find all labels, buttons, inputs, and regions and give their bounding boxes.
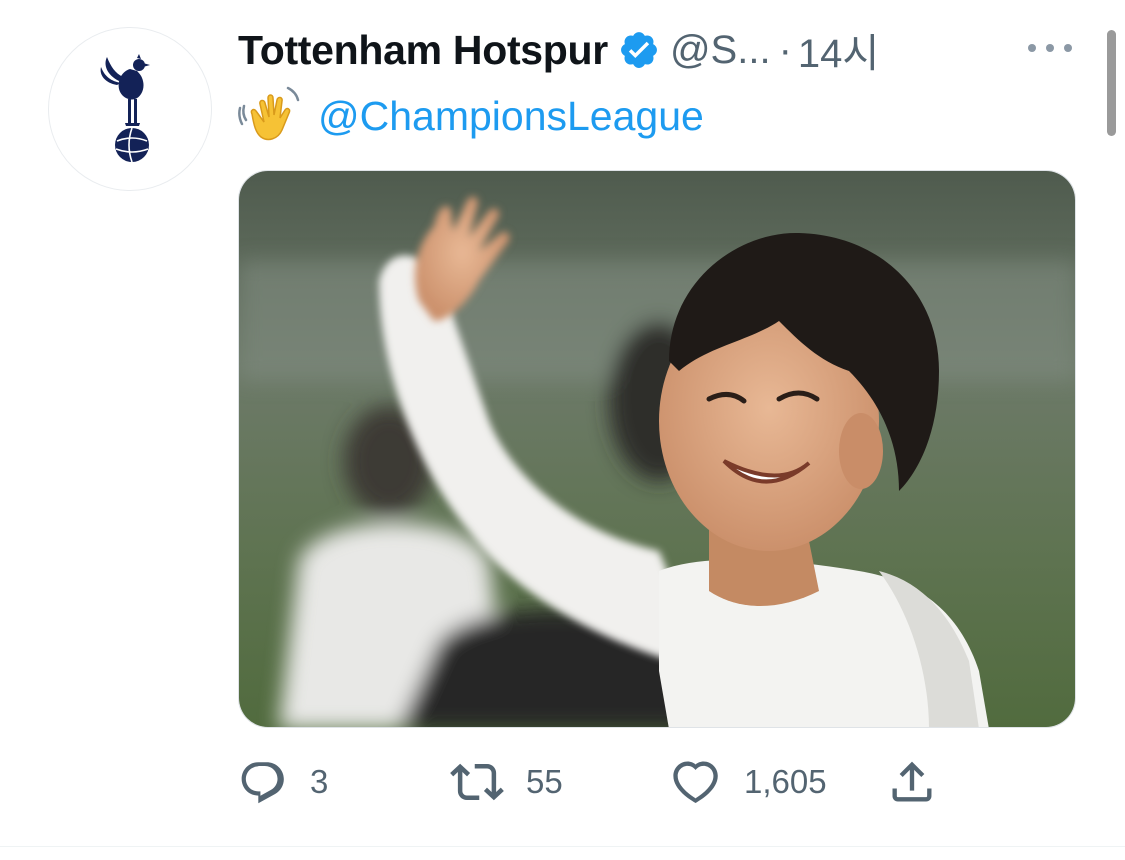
retweet-count: 55: [526, 763, 563, 800]
display-name[interactable]: Tottenham Hotspur: [238, 27, 608, 74]
divider: [0, 846, 1125, 847]
scrollbar[interactable]: [1107, 30, 1116, 136]
reply-count: 3: [310, 763, 329, 800]
tweet-timestamp[interactable]: 14시: [798, 21, 879, 79]
reply-button[interactable]: 3: [238, 752, 328, 812]
like-button[interactable]: 1,605: [670, 752, 827, 812]
tweet-text: @ChampionsLeague: [238, 86, 704, 146]
heart-icon: [673, 761, 718, 804]
separator-dot: ·: [778, 27, 792, 72]
tweet-header: Tottenham Hotspur @S... · 14시: [238, 22, 879, 78]
mention-link[interactable]: @ChampionsLeague: [318, 93, 704, 140]
action-bar: 3 55 1,605: [238, 752, 958, 812]
share-button[interactable]: [886, 752, 938, 812]
verified-badge-icon: [618, 29, 660, 71]
avatar[interactable]: [48, 27, 212, 191]
waving-hand-icon: [238, 84, 302, 148]
retweet-icon: [450, 763, 504, 801]
more-options-icon[interactable]: [1028, 36, 1072, 60]
tweet[interactable]: Tottenham Hotspur @S... · 14시 @Champions…: [0, 0, 1125, 860]
like-count: 1,605: [744, 763, 827, 800]
share-icon: [892, 761, 932, 802]
user-handle[interactable]: @S...: [670, 28, 771, 73]
retweet-button[interactable]: 55: [450, 752, 563, 812]
club-crest-icon: [100, 54, 150, 163]
reply-icon: [241, 762, 284, 804]
tweet-photo[interactable]: [238, 170, 1076, 728]
